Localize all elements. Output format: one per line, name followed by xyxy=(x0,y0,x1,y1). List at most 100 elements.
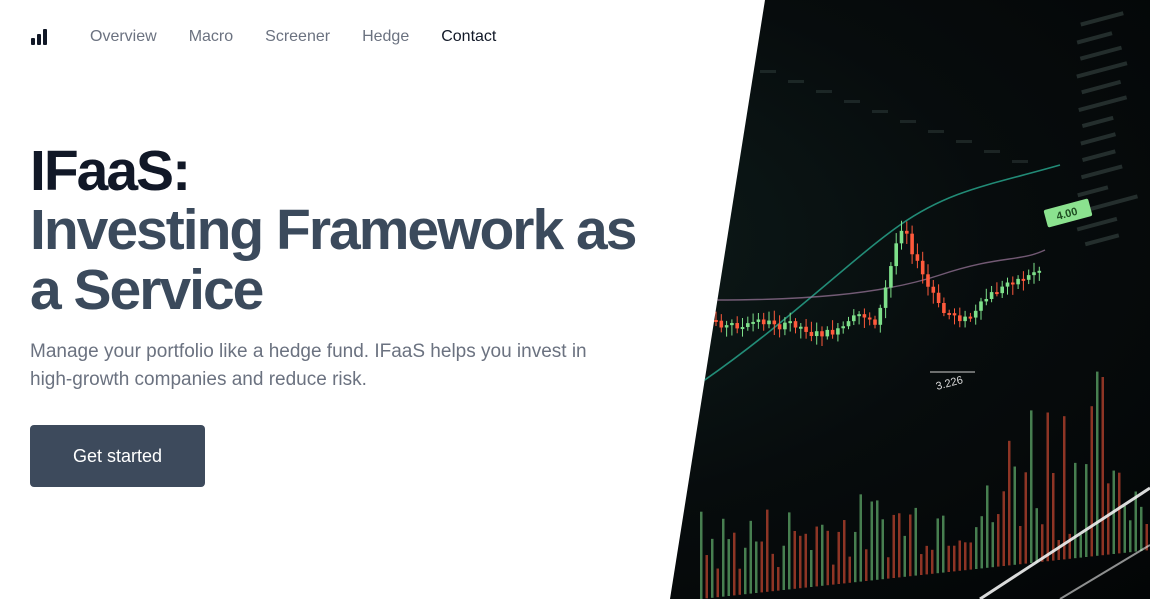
volume-bar xyxy=(898,513,901,578)
candle-body xyxy=(979,301,983,311)
background-tick xyxy=(760,70,776,73)
candle-body xyxy=(910,233,914,255)
candle-body xyxy=(719,320,724,328)
get-started-button[interactable]: Get started xyxy=(30,425,205,487)
volume-bar xyxy=(771,553,774,592)
nav-item-overview[interactable]: Overview xyxy=(90,27,157,47)
candle-body xyxy=(814,331,819,337)
volume-bar xyxy=(744,547,747,595)
background-tick xyxy=(1079,45,1123,61)
candle-body xyxy=(724,325,729,328)
candle-body xyxy=(995,292,999,295)
volume-bar xyxy=(876,500,879,580)
candle-body xyxy=(1021,278,1026,281)
volume-bar xyxy=(870,501,873,581)
volume-bar xyxy=(837,531,840,584)
volume-bar xyxy=(777,567,780,591)
nav-item-hedge[interactable]: Hedge xyxy=(362,27,409,47)
volume-bar xyxy=(1134,491,1137,552)
glare-line-2 xyxy=(1059,544,1150,599)
volume-bar xyxy=(700,511,703,599)
volume-bar xyxy=(980,516,983,569)
volume-bar xyxy=(755,541,758,593)
candle-body xyxy=(730,323,734,326)
candle-body xyxy=(799,326,803,329)
candle-body xyxy=(905,230,909,234)
candle-body xyxy=(1037,270,1042,273)
candle-body xyxy=(1016,278,1020,285)
candle-body xyxy=(746,323,750,328)
candle-body xyxy=(841,326,845,329)
nav-item-screener[interactable]: Screener xyxy=(265,27,330,47)
candle-body xyxy=(852,315,856,322)
background-tick xyxy=(1082,149,1116,163)
candle-body xyxy=(1011,282,1015,285)
volume-bar xyxy=(1079,534,1082,558)
volume-bar xyxy=(788,512,791,590)
candle-body xyxy=(920,260,925,275)
nav-item-contact[interactable]: Contact xyxy=(441,27,496,47)
candles xyxy=(714,220,1042,347)
candle-body xyxy=(857,314,861,317)
candle-body xyxy=(846,321,851,327)
hero-subtitle: Manage your portfolio like a hedge fund.… xyxy=(30,341,587,390)
background-tick xyxy=(1080,11,1124,27)
volume-bar xyxy=(914,507,917,576)
volume-bar xyxy=(843,520,846,584)
nav-item-macro[interactable]: Macro xyxy=(189,27,233,47)
candle-body xyxy=(947,312,951,315)
volume-bar xyxy=(1129,520,1132,553)
candle-body xyxy=(984,298,989,302)
candle-body xyxy=(1000,286,1004,294)
price-label: 3.226 xyxy=(935,374,965,393)
volume-bar xyxy=(1118,472,1121,554)
volume-bar xyxy=(826,530,829,586)
candle-body xyxy=(894,243,898,267)
volume-bar xyxy=(1052,473,1055,561)
volume-bar xyxy=(793,530,796,589)
background-tick xyxy=(1081,79,1122,95)
volume-bar xyxy=(848,556,851,583)
volume-bar xyxy=(969,542,972,570)
candle-body xyxy=(952,313,957,316)
background-tick xyxy=(872,110,888,113)
hero-title: IFaaS: Investing Framework as a Service xyxy=(30,142,680,320)
candle-body xyxy=(936,292,941,304)
candle-body xyxy=(963,316,967,322)
background-tick xyxy=(1080,132,1117,146)
background-tick xyxy=(1078,95,1128,113)
volume-bar xyxy=(1090,406,1093,557)
volume-bar xyxy=(738,568,741,595)
volume-bar xyxy=(1123,505,1126,553)
volume-bar xyxy=(1085,464,1088,557)
volume-bar xyxy=(909,514,912,577)
volume-bar xyxy=(810,550,813,587)
volume-bar xyxy=(722,518,725,597)
candle-body xyxy=(777,324,782,330)
candle-body xyxy=(899,230,904,244)
background-tick xyxy=(928,130,944,133)
volume-bar xyxy=(947,545,950,572)
logo-bar-chart-icon[interactable] xyxy=(31,29,49,45)
price-badge: 4.00 xyxy=(1043,198,1093,228)
background-tick xyxy=(1077,185,1109,198)
volume-bar xyxy=(716,568,719,598)
volume-bar xyxy=(975,527,978,569)
candle-body xyxy=(830,329,835,335)
background-tick xyxy=(1080,164,1123,180)
candle-body xyxy=(804,326,808,332)
volume-bar xyxy=(958,540,961,571)
background-tick xyxy=(1084,194,1139,213)
volume-bar xyxy=(986,485,989,568)
volume-bar xyxy=(815,526,818,587)
volume-bar xyxy=(733,532,736,596)
candle-body xyxy=(883,287,888,308)
background-tick xyxy=(1076,31,1113,45)
candle-body xyxy=(958,315,962,322)
candle-body xyxy=(862,314,867,318)
volume-bar xyxy=(1101,377,1104,556)
candle-body xyxy=(1032,272,1036,276)
volume-bar xyxy=(1096,371,1099,556)
volume-bar xyxy=(1140,506,1143,551)
candle-body xyxy=(867,317,872,320)
